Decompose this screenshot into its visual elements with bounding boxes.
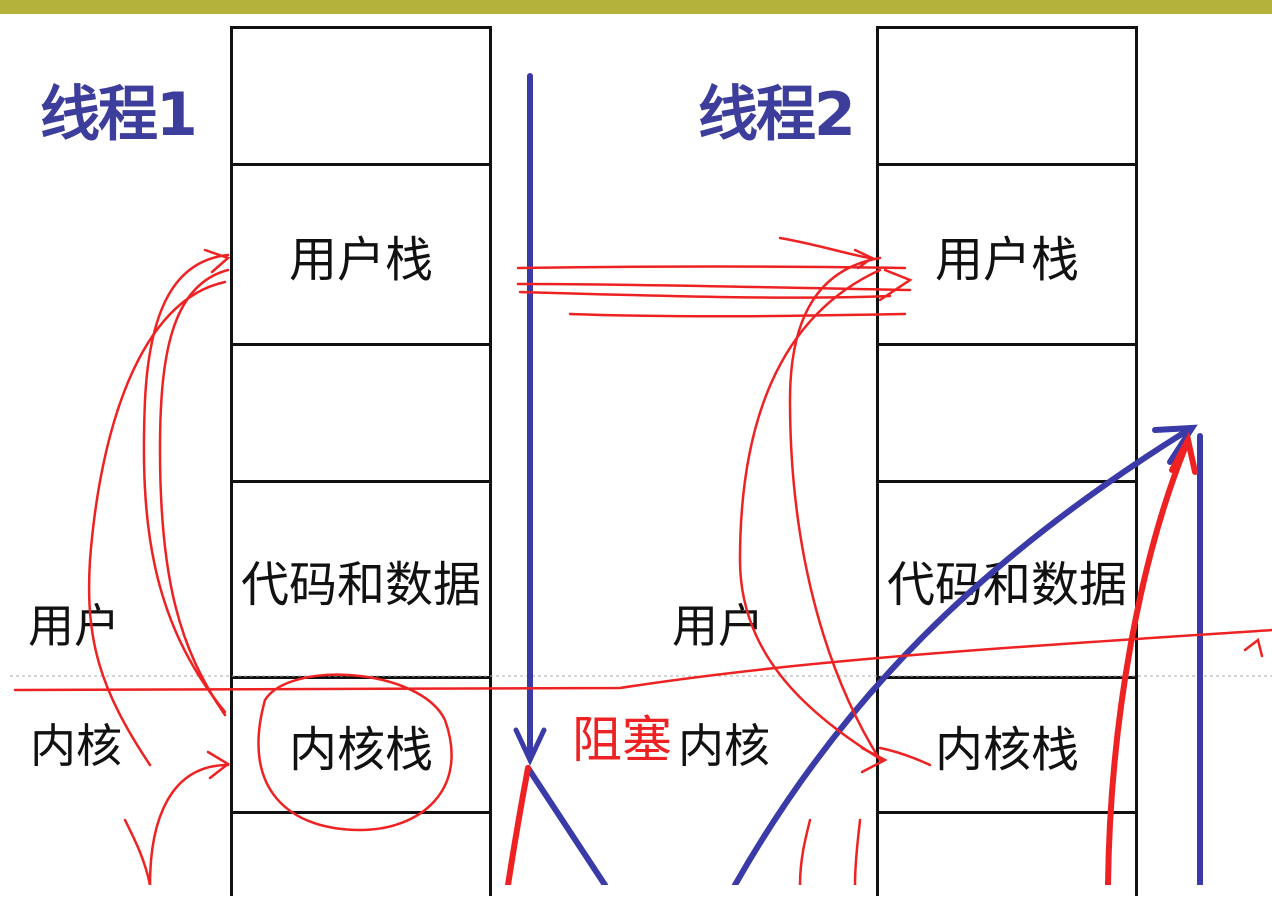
thread2-stack: 用户栈 代码和数据 内核栈 — [876, 26, 1138, 896]
kernel-label-left: 内核 — [30, 719, 122, 773]
thread2-code-and-data: 代码和数据 — [879, 483, 1135, 679]
thread2-title: 线程2 — [698, 80, 856, 150]
thread2-kernel-stack: 内核栈 — [879, 679, 1135, 814]
top-bar — [0, 0, 1272, 14]
thread1-cell-bottom — [233, 814, 489, 914]
thread1-code-and-data: 代码和数据 — [233, 483, 489, 679]
thread2-user-stack: 用户栈 — [879, 166, 1135, 346]
thread2-cell-top — [879, 29, 1135, 166]
thread1-stack: 用户栈 代码和数据 内核栈 — [230, 26, 492, 896]
thread1-title: 线程1 — [40, 80, 198, 150]
thread1-cell-empty — [233, 346, 489, 483]
user-label-left: 用户 — [28, 599, 120, 653]
thread1-user-stack: 用户栈 — [233, 166, 489, 346]
kernel-label-mid: 内核 — [678, 719, 770, 773]
thread2-cell-empty — [879, 346, 1135, 483]
blocked-label: 阻塞 — [572, 711, 672, 769]
thread1-kernel-stack: 内核栈 — [233, 679, 489, 814]
thread2-cell-bottom — [879, 814, 1135, 914]
user-label-mid: 用户 — [672, 599, 764, 653]
thread1-cell-top — [233, 29, 489, 166]
